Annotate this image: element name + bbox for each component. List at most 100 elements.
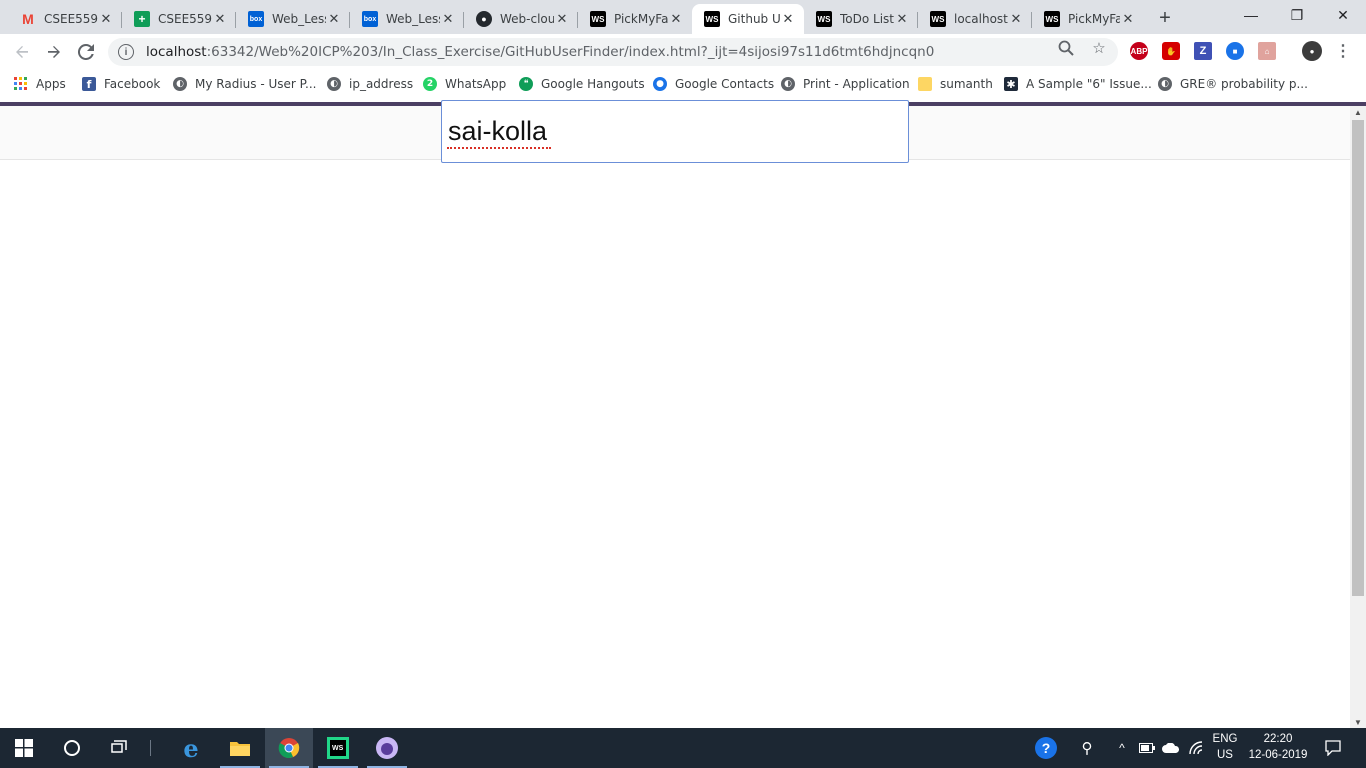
close-tab-icon[interactable]: ✕	[98, 11, 114, 27]
adblock-plus-icon[interactable]: ABP	[1130, 42, 1148, 60]
bookmark-facebook[interactable]: f Facebook	[82, 75, 160, 93]
reload-button[interactable]	[74, 40, 98, 64]
system-clock[interactable]: 22:20 12-06-2019	[1240, 731, 1316, 763]
bookmark-apps[interactable]: Apps	[14, 75, 66, 93]
taskbar-app[interactable]	[363, 728, 411, 768]
tab-title: Web-clou	[500, 12, 554, 26]
taskbar-edge[interactable]: e	[167, 728, 215, 768]
scroll-up-icon[interactable]: ▲	[1350, 106, 1366, 118]
bookmark-print-application[interactable]: ◐ Print - Application	[781, 75, 910, 93]
tab-box-web-lesson-1[interactable]: box Web_Less ✕	[236, 4, 350, 34]
close-tab-icon[interactable]: ✕	[326, 11, 342, 27]
tab-box-web-lesson-2[interactable]: box Web_Less ✕	[350, 4, 464, 34]
close-window-button[interactable]: ✕	[1320, 0, 1366, 30]
adblock-icon[interactable]: ✋	[1162, 42, 1180, 60]
bookmark-google-hangouts[interactable]: ❝ Google Hangouts	[519, 75, 645, 93]
bookmark-google-contacts[interactable]: ● Google Contacts	[653, 75, 774, 93]
cortana-search-button[interactable]	[48, 728, 96, 768]
task-view-icon	[111, 740, 127, 753]
action-center-icon[interactable]	[1320, 728, 1346, 768]
bookmark-label: Google Hangouts	[541, 77, 645, 91]
bookmark-label: GRE® probability p...	[1180, 77, 1308, 91]
taskbar-webstorm[interactable]: WS	[314, 728, 362, 768]
contacts-icon: ●	[653, 77, 667, 91]
app-cat-icon	[376, 737, 398, 759]
close-tab-icon[interactable]: ✕	[894, 11, 910, 27]
url-path: :63342/Web%20ICP%203/In_Class_Exercise/G…	[206, 44, 935, 60]
new-tab-button[interactable]: +	[1152, 5, 1178, 31]
tab-title: PickMyFa	[614, 12, 668, 26]
tab-localhost[interactable]: WS localhost ✕	[918, 4, 1032, 34]
info-icon[interactable]: i	[118, 44, 134, 60]
close-tab-icon[interactable]: ✕	[212, 11, 228, 27]
scrollbar-thumb[interactable]	[1352, 120, 1364, 596]
cortana-icon	[64, 740, 80, 756]
avatar[interactable]: ●	[1302, 41, 1322, 61]
tab-github-user-finder[interactable]: WS Github U ✕	[692, 4, 804, 34]
windows-logo-icon	[15, 739, 33, 757]
start-button[interactable]	[0, 728, 48, 768]
bookmark-my-radius[interactable]: ◐ My Radius - User P...	[173, 75, 316, 93]
bookmark-sample-issue[interactable]: ✱ A Sample "6" Issue...	[1004, 75, 1152, 93]
webstorm-icon: WS	[930, 11, 946, 27]
username-search-input[interactable]	[441, 100, 909, 163]
language-indicator[interactable]: ENG US	[1208, 731, 1242, 763]
close-tab-icon[interactable]: ✕	[1120, 11, 1136, 27]
bookmark-whatsapp[interactable]: 2 WhatsApp	[423, 75, 506, 93]
task-view-button[interactable]	[96, 728, 144, 768]
edge-icon: e	[183, 733, 199, 763]
tab-pickmyfa-1[interactable]: WS PickMyFa ✕	[578, 4, 692, 34]
scroll-down-icon[interactable]: ▼	[1350, 716, 1366, 728]
onedrive-icon[interactable]	[1160, 728, 1182, 768]
sheets-icon: +	[134, 11, 150, 27]
tab-pickmyfa-2[interactable]: WS PickMyFa ✕	[1032, 4, 1144, 34]
minimize-button[interactable]: —	[1228, 0, 1274, 30]
bookmark-label: sumanth	[940, 77, 993, 91]
maximize-button[interactable]: ❐	[1274, 0, 1320, 30]
taskbar-divider	[150, 740, 151, 756]
vertical-scrollbar[interactable]: ▲ ▼	[1350, 106, 1366, 728]
tab-todo-list[interactable]: WS ToDo List ✕	[804, 4, 918, 34]
extension-icon[interactable]: ■	[1226, 42, 1244, 60]
menu-kebab-icon[interactable]: ⋮	[1334, 42, 1352, 60]
wifi-icon[interactable]	[1186, 728, 1208, 768]
zoom-search-icon[interactable]	[1058, 40, 1074, 56]
pdf-icon[interactable]: ⌂	[1258, 42, 1276, 60]
tab-title: CSEE559(	[158, 12, 212, 26]
facebook-icon: f	[82, 77, 96, 91]
taskbar-chrome[interactable]	[265, 728, 313, 768]
address-bar[interactable]: i localhost:63342/Web%20ICP%203/In_Class…	[108, 38, 1118, 66]
folder-icon	[230, 742, 250, 756]
zotero-icon[interactable]: Z	[1194, 42, 1212, 60]
tab-github-web-cloud[interactable]: ● Web-clou ✕	[464, 4, 578, 34]
tab-title: Web_Less	[272, 12, 326, 26]
tab-gmail-csee[interactable]: M CSEE559( ✕	[8, 4, 122, 34]
bookmark-label: WhatsApp	[445, 77, 507, 91]
language-code: ENG	[1212, 733, 1238, 745]
keyboard-layout: US	[1217, 749, 1233, 761]
bookmark-ip-address[interactable]: ◐ ip_address	[327, 75, 413, 93]
tab-title: PickMyFa	[1068, 12, 1120, 26]
tab-sheets-csee[interactable]: + CSEE559( ✕	[122, 4, 236, 34]
bookmark-gre-probability[interactable]: ◐ GRE® probability p...	[1158, 75, 1308, 93]
box-icon: box	[362, 11, 378, 27]
battery-icon[interactable]	[1136, 728, 1158, 768]
tab-title: ToDo List	[840, 12, 894, 26]
chevron-up-icon[interactable]: ^	[1112, 728, 1132, 768]
people-icon[interactable]: ⚲	[1074, 728, 1100, 768]
close-tab-icon[interactable]: ✕	[668, 11, 684, 27]
url-host: localhost	[146, 44, 207, 60]
forward-button[interactable]	[42, 40, 66, 64]
whatsapp-icon: 2	[423, 77, 437, 91]
bookmark-sumanth[interactable]: sumanth	[918, 75, 993, 93]
taskbar-file-explorer[interactable]	[216, 728, 264, 768]
bookmark-label: ip_address	[349, 77, 414, 91]
close-tab-icon[interactable]: ✕	[440, 11, 456, 27]
tab-strip: M CSEE559( ✕ + CSEE559( ✕ box Web_Less ✕…	[0, 0, 1366, 34]
bookmark-star-icon[interactable]: ☆	[1091, 40, 1107, 57]
back-button[interactable]	[10, 40, 34, 64]
close-tab-icon[interactable]: ✕	[1008, 11, 1024, 27]
help-icon[interactable]: ?	[1032, 728, 1060, 768]
close-tab-icon[interactable]: ✕	[780, 11, 796, 27]
close-tab-icon[interactable]: ✕	[554, 11, 570, 27]
